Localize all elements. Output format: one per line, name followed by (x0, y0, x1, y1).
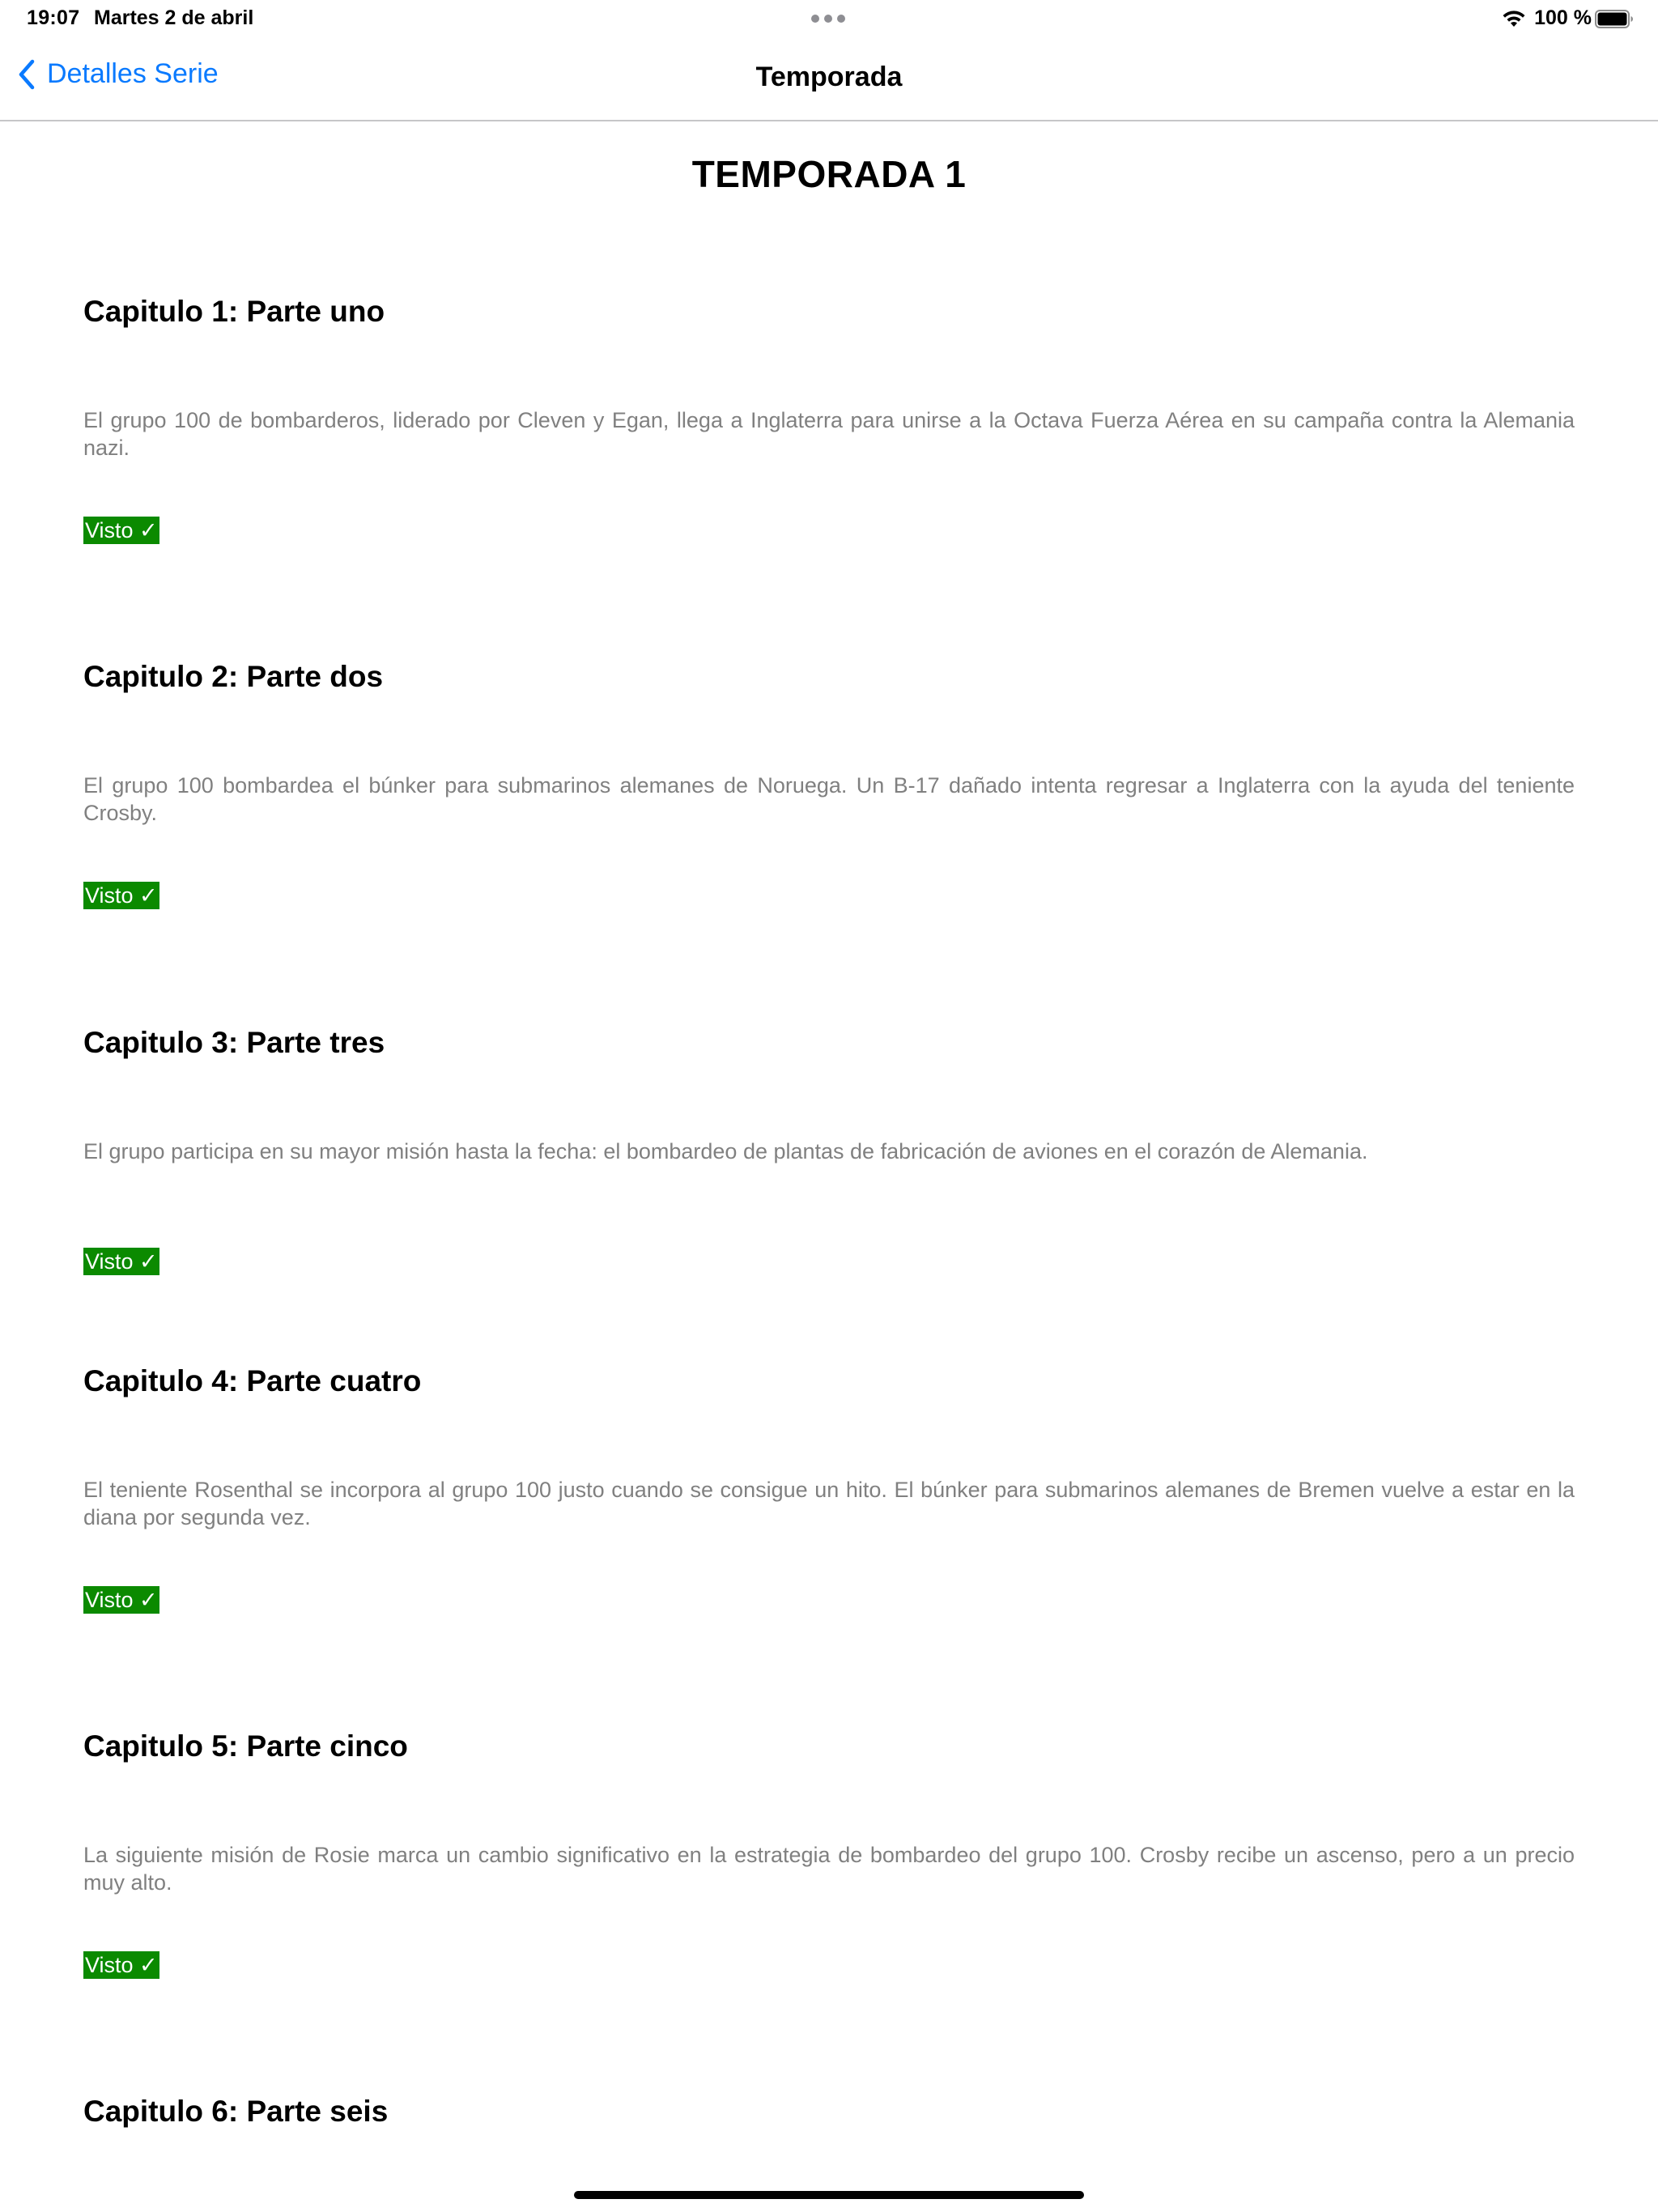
nav-title: Temporada (755, 62, 903, 92)
status-indicators: 100 % (1502, 6, 1592, 30)
status-time: 19:07 (27, 6, 80, 29)
season-title: TEMPORADA 1 (691, 153, 967, 195)
status-date: Martes 2 de abril (94, 6, 254, 29)
episode-title: Capitulo 3: Parte tres (83, 1026, 385, 1059)
episode-description: La siguiente misión de Rosie marca un ca… (83, 1843, 1575, 1895)
multitasking-dots-icon[interactable] (811, 15, 845, 23)
battery-icon (1595, 10, 1633, 28)
episode-title: Capitulo 2: Parte dos (83, 660, 384, 693)
episode-title: Capitulo 1: Parte uno (83, 295, 385, 328)
watched-badge[interactable]: Visto ✓ (83, 1586, 159, 1614)
episode-description: El grupo 100 bombardea el búnker para su… (83, 773, 1575, 825)
episode-title: Capitulo 6: Parte seis (83, 2095, 389, 2128)
episode-title: Capitulo 4: Parte cuatro (83, 1364, 422, 1397)
navigation-bar: Detalles Serie Temporada (0, 39, 1658, 121)
battery-percentage: 100 % (1534, 6, 1592, 29)
watched-badge[interactable]: Visto ✓ (83, 1951, 159, 1979)
episode-title: Capitulo 5: Parte cinco (83, 1729, 408, 1763)
episode-description: El teniente Rosenthal se incorpora al gr… (83, 1478, 1575, 1529)
watched-badge[interactable]: Visto ✓ (83, 882, 159, 909)
wifi-icon (1503, 10, 1525, 27)
episode-description: El grupo participa en su mayor misión ha… (83, 1139, 1368, 1163)
watched-badge[interactable]: Visto ✓ (83, 1248, 159, 1275)
watched-badge[interactable]: Visto ✓ (83, 517, 159, 544)
status-bar: 19:07 Martes 2 de abril 100 % (0, 0, 1658, 39)
episode-description: El grupo 100 de bombarderos, liderado po… (83, 408, 1575, 460)
home-indicator[interactable] (574, 2191, 1084, 2199)
